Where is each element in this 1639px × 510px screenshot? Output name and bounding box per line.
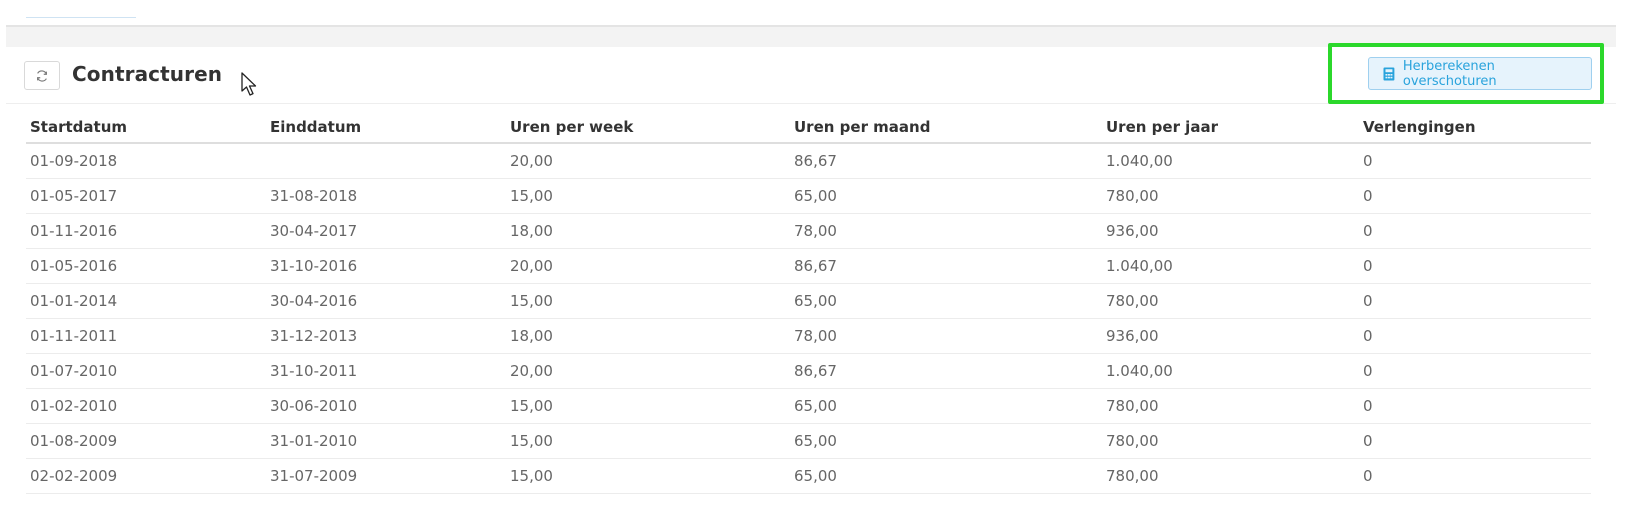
cell-startdatum: 01-05-2017 [26,178,266,214]
cell-uren-per-week: 20,00 [506,143,790,179]
cell-startdatum: 01-02-2010 [26,388,266,424]
calculator-icon [1383,67,1395,80]
recalculate-overtime-label: Herberekenen overschoturen [1402,58,1497,89]
cell-uren-per-jaar: 780,00 [1102,283,1359,319]
contract-hours-table: Startdatum Einddatum Uren per week Uren … [26,112,1591,494]
cell-uren-per-week: 15,00 [506,423,790,459]
table-row[interactable]: 02-02-2009 31-07-2009 15,00 65,00 780,00 0 [26,458,1591,494]
panel-title: Contracturen [72,62,223,86]
cell-uren-per-maand: 65,00 [790,388,1102,424]
cell-uren-per-maand: 86,67 [790,143,1102,179]
cell-verlengingen: 0 [1359,458,1591,494]
cell-uren-per-jaar: 1.040,00 [1102,353,1359,389]
cell-uren-per-maand: 65,00 [790,458,1102,494]
column-header-uren-per-maand[interactable]: Uren per maand [790,112,1102,144]
cell-einddatum [266,143,506,179]
cell-einddatum: 30-04-2016 [266,283,506,319]
cell-uren-per-week: 15,00 [506,283,790,319]
cell-einddatum: 31-01-2010 [266,423,506,459]
cell-uren-per-jaar: 1.040,00 [1102,143,1359,179]
cell-uren-per-jaar: 936,00 [1102,318,1359,354]
cell-startdatum: 01-09-2018 [26,143,266,179]
refresh-button[interactable] [24,61,60,90]
cell-uren-per-jaar: 780,00 [1102,458,1359,494]
cell-uren-per-jaar: 780,00 [1102,388,1359,424]
cell-verlengingen: 0 [1359,353,1591,389]
recalculate-overtime-button[interactable]: Herberekenen overschoturen [1368,57,1592,90]
refresh-icon [37,69,47,82]
cell-uren-per-week: 15,00 [506,388,790,424]
cell-uren-per-jaar: 1.040,00 [1102,248,1359,284]
mouse-cursor-icon [241,72,257,96]
table-row[interactable]: 01-07-2010 31-10-2011 20,00 86,67 1.040,00 0 [26,353,1591,389]
cell-uren-per-week: 15,00 [506,178,790,214]
column-header-uren-per-week[interactable]: Uren per week [506,112,790,144]
cell-startdatum: 01-11-2011 [26,318,266,354]
column-header-einddatum[interactable]: Einddatum [266,112,506,144]
cell-verlengingen: 0 [1359,318,1591,354]
cell-einddatum: 31-12-2013 [266,318,506,354]
cell-startdatum: 01-11-2016 [26,213,266,249]
cell-uren-per-maand: 65,00 [790,423,1102,459]
cell-einddatum: 30-04-2017 [266,213,506,249]
cell-uren-per-jaar: 936,00 [1102,213,1359,249]
table-row[interactable]: 01-05-2016 31-10-2016 20,00 86,67 1.040,00 0 [26,248,1591,284]
table-row[interactable]: 01-02-2010 30-06-2010 15,00 65,00 780,00 0 [26,388,1591,424]
cell-startdatum: 01-01-2014 [26,283,266,319]
tab-underline [26,17,136,18]
cell-einddatum: 31-07-2009 [266,458,506,494]
table-header-row: Startdatum Einddatum Uren per week Uren … [26,112,1591,144]
cell-verlengingen: 0 [1359,248,1591,284]
cell-uren-per-maand: 78,00 [790,213,1102,249]
cell-uren-per-maand: 86,67 [790,353,1102,389]
cell-verlengingen: 0 [1359,388,1591,424]
cell-startdatum: 02-02-2009 [26,458,266,494]
cell-uren-per-week: 20,00 [506,353,790,389]
cell-einddatum: 31-10-2011 [266,353,506,389]
cell-uren-per-maand: 65,00 [790,178,1102,214]
cell-uren-per-week: 20,00 [506,248,790,284]
table-row[interactable]: 01-11-2011 31-12-2013 18,00 78,00 936,00 0 [26,318,1591,354]
cell-einddatum: 31-10-2016 [266,248,506,284]
column-header-uren-per-jaar[interactable]: Uren per jaar [1102,112,1359,144]
cell-uren-per-week: 15,00 [506,458,790,494]
column-header-verlengingen[interactable]: Verlengingen [1359,112,1591,144]
cell-uren-per-maand: 86,67 [790,248,1102,284]
cell-uren-per-jaar: 780,00 [1102,423,1359,459]
cell-uren-per-maand: 65,00 [790,283,1102,319]
cell-einddatum: 31-08-2018 [266,178,506,214]
table-row[interactable]: 01-09-2018 20,00 86,67 1.040,00 0 [26,143,1591,179]
cell-verlengingen: 0 [1359,178,1591,214]
cell-einddatum: 30-06-2010 [266,388,506,424]
cell-uren-per-week: 18,00 [506,213,790,249]
cell-verlengingen: 0 [1359,213,1591,249]
cell-verlengingen: 0 [1359,143,1591,179]
cell-startdatum: 01-05-2016 [26,248,266,284]
table-row[interactable]: 01-11-2016 30-04-2017 18,00 78,00 936,00 0 [26,213,1591,249]
cell-uren-per-week: 18,00 [506,318,790,354]
table-row[interactable]: 01-01-2014 30-04-2016 15,00 65,00 780,00 0 [26,283,1591,319]
table-row[interactable]: 01-05-2017 31-08-2018 15,00 65,00 780,00 0 [26,178,1591,214]
cell-uren-per-maand: 78,00 [790,318,1102,354]
cell-verlengingen: 0 [1359,423,1591,459]
cell-uren-per-jaar: 780,00 [1102,178,1359,214]
column-header-startdatum[interactable]: Startdatum [26,112,266,144]
cell-verlengingen: 0 [1359,283,1591,319]
table-row[interactable]: 01-08-2009 31-01-2010 15,00 65,00 780,00 0 [26,423,1591,459]
cell-startdatum: 01-08-2009 [26,423,266,459]
cell-startdatum: 01-07-2010 [26,353,266,389]
